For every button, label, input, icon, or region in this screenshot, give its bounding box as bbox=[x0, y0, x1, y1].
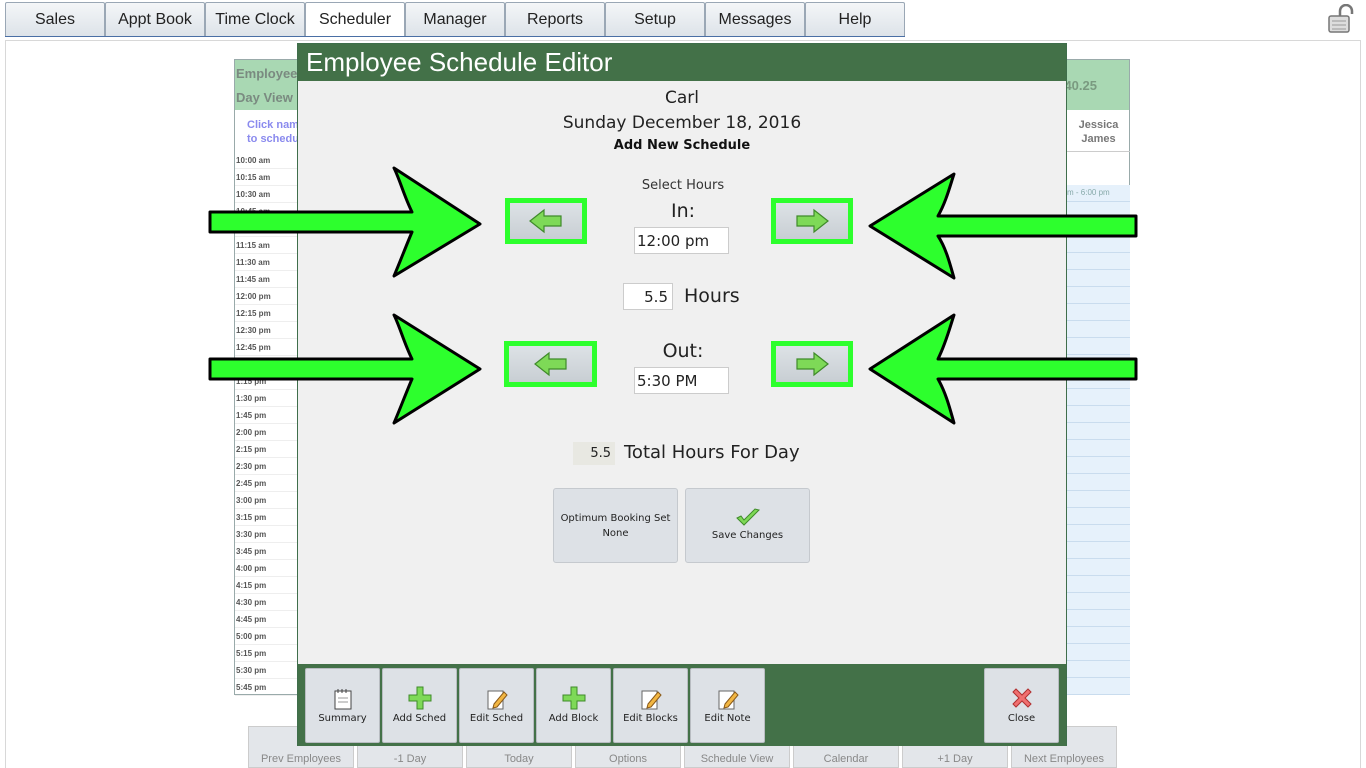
employee-name: Carl bbox=[665, 88, 699, 108]
arrow-right-icon bbox=[796, 351, 829, 377]
optimum-booking-button[interactable]: Optimum Booking Set None bbox=[553, 488, 678, 563]
time-label: 3:15 pm bbox=[235, 509, 297, 526]
time-label: 3:45 pm bbox=[235, 543, 297, 560]
pencil-icon bbox=[641, 690, 662, 710]
edit-note-button[interactable]: Edit Note bbox=[690, 668, 765, 743]
tab-sales[interactable]: Sales bbox=[5, 2, 105, 36]
click-name-hint: Click nam to schedu bbox=[247, 119, 299, 145]
total-hours-label: Total Hours For Day bbox=[624, 442, 800, 463]
time-label: 4:45 pm bbox=[235, 611, 297, 628]
out-time-input[interactable] bbox=[634, 367, 729, 394]
header-day-view[interactable]: Day View bbox=[236, 90, 293, 105]
tab-reports[interactable]: Reports bbox=[505, 2, 605, 36]
tab-help[interactable]: Help bbox=[805, 2, 905, 36]
header-employee: Employee bbox=[236, 66, 298, 81]
hours-value[interactable]: 5.5 bbox=[623, 283, 673, 310]
time-label: 4:00 pm bbox=[235, 560, 297, 577]
time-label: 2:30 pm bbox=[235, 458, 297, 475]
schedule-date: Sunday December 18, 2016 bbox=[562, 113, 802, 133]
time-label: 4:30 pm bbox=[235, 594, 297, 611]
header-total-hours: 40.25 bbox=[1064, 78, 1097, 93]
time-label: 5:00 pm bbox=[235, 628, 297, 645]
in-later-button[interactable] bbox=[771, 198, 853, 244]
in-earlier-button[interactable] bbox=[505, 198, 587, 244]
add-sched-button[interactable]: Add Sched bbox=[382, 668, 457, 743]
edit-sched-button[interactable]: Edit Sched bbox=[459, 668, 534, 743]
time-label: 2:00 pm bbox=[235, 424, 297, 441]
close-x-icon bbox=[1011, 688, 1032, 708]
employee-names[interactable]: Jessica James bbox=[1067, 110, 1130, 152]
time-label: 3:00 pm bbox=[235, 492, 297, 509]
out-later-button[interactable] bbox=[771, 341, 853, 387]
save-changes-button[interactable]: Save Changes bbox=[685, 488, 810, 563]
time-label: 2:15 pm bbox=[235, 441, 297, 458]
annotation-arrow-left-icon bbox=[868, 313, 1138, 425]
modal-subtitle: Add New Schedule bbox=[613, 138, 751, 153]
annotation-arrow-right-icon bbox=[208, 166, 482, 278]
arrow-left-icon bbox=[533, 351, 567, 377]
plus-icon bbox=[408, 686, 431, 710]
time-label: 5:30 pm bbox=[235, 662, 297, 679]
in-time-input[interactable] bbox=[634, 227, 729, 254]
pencil-icon bbox=[718, 690, 739, 710]
edit-blocks-button[interactable]: Edit Blocks bbox=[613, 668, 688, 743]
tab-setup[interactable]: Setup bbox=[605, 2, 705, 36]
plus-icon bbox=[562, 686, 585, 710]
editor-toolbar: Summary Add Sched Edit Sched Add Block E… bbox=[298, 664, 1066, 746]
main-nav: Sales Appt Book Time Clock Scheduler Man… bbox=[5, 2, 905, 37]
close-button[interactable]: Close bbox=[984, 668, 1059, 743]
modal-title: Employee Schedule Editor bbox=[298, 44, 1066, 81]
tab-appt-book[interactable]: Appt Book bbox=[105, 2, 205, 36]
time-label: 12:00 pm bbox=[235, 288, 297, 305]
notepad-icon bbox=[334, 689, 351, 710]
time-label: 2:45 pm bbox=[235, 475, 297, 492]
annotation-arrow-right-icon bbox=[208, 313, 482, 425]
total-hours-value: 5.5 bbox=[573, 442, 615, 465]
arrow-right-icon bbox=[796, 208, 829, 234]
tab-manager[interactable]: Manager bbox=[405, 2, 505, 36]
time-label: 3:30 pm bbox=[235, 526, 297, 543]
time-label: 4:15 pm bbox=[235, 577, 297, 594]
summary-button[interactable]: Summary bbox=[305, 668, 380, 743]
time-label: 5:45 pm bbox=[235, 679, 297, 696]
checkmark-icon bbox=[735, 508, 760, 526]
arrow-left-icon bbox=[529, 208, 562, 234]
hours-label: Hours bbox=[684, 285, 740, 307]
out-earlier-button[interactable] bbox=[504, 341, 597, 387]
pencil-icon bbox=[487, 690, 508, 710]
tab-messages[interactable]: Messages bbox=[705, 2, 805, 36]
lock-icon[interactable] bbox=[1326, 4, 1358, 34]
add-block-button[interactable]: Add Block bbox=[536, 668, 611, 743]
time-label: 5:15 pm bbox=[235, 645, 297, 662]
tab-scheduler[interactable]: Scheduler bbox=[305, 2, 405, 36]
tab-time-clock[interactable]: Time Clock bbox=[205, 2, 305, 36]
annotation-arrow-left-icon bbox=[868, 172, 1138, 280]
